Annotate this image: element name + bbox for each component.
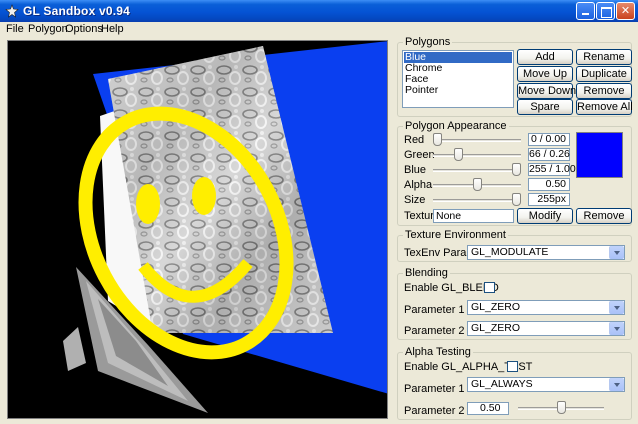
texture-field[interactable]: None: [433, 209, 514, 223]
move-down-button[interactable]: Move Down: [517, 83, 576, 99]
remove-texture-button[interactable]: Remove: [576, 208, 632, 224]
remove-all-button[interactable]: Remove All: [576, 99, 633, 115]
green-label: Green: [404, 149, 435, 161]
blue-label: Blue: [404, 164, 427, 176]
alpha-slider-thumb[interactable]: [473, 178, 482, 191]
polygons-group-title: Polygons: [403, 36, 453, 48]
menu-help[interactable]: Help: [101, 23, 124, 35]
alpha-param1-select[interactable]: GL_ALWAYS: [467, 377, 625, 392]
green-value: 66 / 0.26: [528, 148, 570, 161]
add-button[interactable]: Add: [517, 49, 573, 65]
main-window: GL Sandbox v0.94 ✕ File Polygon Options …: [0, 0, 638, 424]
blend-param1-select[interactable]: GL_ZERO: [467, 300, 625, 315]
enable-alpha-test-checkbox[interactable]: [507, 361, 518, 372]
color-swatch[interactable]: [576, 132, 623, 178]
green-slider-track[interactable]: [433, 154, 521, 157]
blend-param2-value: GL_ZERO: [471, 322, 521, 334]
blend-param2-label: Parameter 2: [404, 325, 465, 337]
red-slider-track[interactable]: [433, 139, 521, 142]
maximize-button[interactable]: [596, 2, 615, 20]
blue-slider-track[interactable]: [433, 169, 521, 172]
app-icon: [5, 4, 19, 18]
alpha-testing-group-title: Alpha Testing: [403, 346, 473, 358]
green-slider-thumb[interactable]: [454, 148, 463, 161]
polygon-list[interactable]: Blue Chrome Face Pointer: [402, 50, 514, 108]
alpha-ref-slider-thumb[interactable]: [557, 401, 566, 414]
texenv-group-title: Texture Environment: [403, 229, 508, 241]
alpha-param2-label: Parameter 2: [404, 405, 465, 417]
move-up-button[interactable]: Move Up: [517, 66, 573, 82]
blend-param2-select[interactable]: GL_ZERO: [467, 321, 625, 336]
size-value: 255px: [528, 193, 570, 206]
gl-viewport[interactable]: [7, 40, 388, 419]
menu-bar: File Polygon Options Help: [0, 22, 638, 37]
rename-button[interactable]: Rename: [576, 49, 632, 65]
blend-param1-value: GL_ZERO: [471, 301, 521, 313]
menu-polygon[interactable]: Polygon: [28, 23, 68, 35]
duplicate-button[interactable]: Duplicate: [576, 66, 632, 82]
close-button[interactable]: ✕: [616, 2, 635, 20]
red-value: 0 / 0.00: [528, 133, 570, 146]
alpha-value: 0.50: [528, 178, 570, 191]
texenv-param-value: GL_MODULATE: [471, 246, 549, 258]
title-bar[interactable]: GL Sandbox v0.94 ✕: [0, 0, 638, 22]
blending-group-title: Blending: [403, 267, 450, 279]
minimize-button[interactable]: [576, 2, 595, 20]
window-title: GL Sandbox v0.94: [23, 4, 131, 18]
spare-button[interactable]: Spare: [517, 99, 573, 115]
texenv-param-label: TexEnv Param: [404, 247, 476, 259]
appearance-group-title: Polygon Appearance: [403, 120, 509, 132]
gl-scene: [63, 41, 387, 413]
enable-blend-checkbox[interactable]: [484, 282, 495, 293]
menu-file[interactable]: File: [6, 23, 24, 35]
chevron-down-icon[interactable]: [609, 378, 624, 391]
blue-slider-thumb[interactable]: [512, 163, 521, 176]
chevron-down-icon[interactable]: [609, 246, 624, 259]
alpha-param1-value: GL_ALWAYS: [471, 378, 533, 390]
size-label: Size: [404, 194, 426, 206]
texenv-param-select[interactable]: GL_MODULATE: [467, 245, 625, 260]
modify-texture-button[interactable]: Modify: [517, 208, 573, 224]
size-slider-track[interactable]: [433, 199, 521, 202]
red-label: Red: [404, 134, 425, 146]
blend-param1-label: Parameter 1: [404, 304, 465, 316]
chevron-down-icon[interactable]: [609, 322, 624, 335]
red-slider-thumb[interactable]: [433, 133, 442, 146]
remove-polygon-button[interactable]: Remove: [576, 83, 632, 99]
alpha-param2-value[interactable]: 0.50: [467, 402, 509, 415]
alpha-param1-label: Parameter 1: [404, 383, 465, 395]
alpha-label: Alpha: [404, 179, 433, 191]
menu-options[interactable]: Options: [65, 23, 103, 35]
chevron-down-icon[interactable]: [609, 301, 624, 314]
list-item[interactable]: Pointer: [404, 85, 512, 96]
blue-value: 255 / 1.00: [528, 163, 576, 176]
size-slider-thumb[interactable]: [512, 193, 521, 206]
